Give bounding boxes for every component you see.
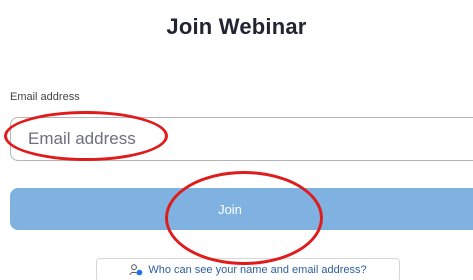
- join-button[interactable]: Join: [10, 188, 473, 230]
- join-button-label: Join: [218, 201, 242, 217]
- join-webinar-page: Join Webinar Email address Join Who can …: [0, 0, 473, 280]
- email-field-label: Email address: [10, 91, 80, 103]
- email-field[interactable]: [10, 117, 473, 161]
- page-title: Join Webinar: [166, 14, 307, 39]
- privacy-link-text: Who can see your name and email address?: [148, 264, 367, 276]
- people-icon: [129, 264, 143, 276]
- privacy-info-link[interactable]: Who can see your name and email address?: [96, 258, 400, 280]
